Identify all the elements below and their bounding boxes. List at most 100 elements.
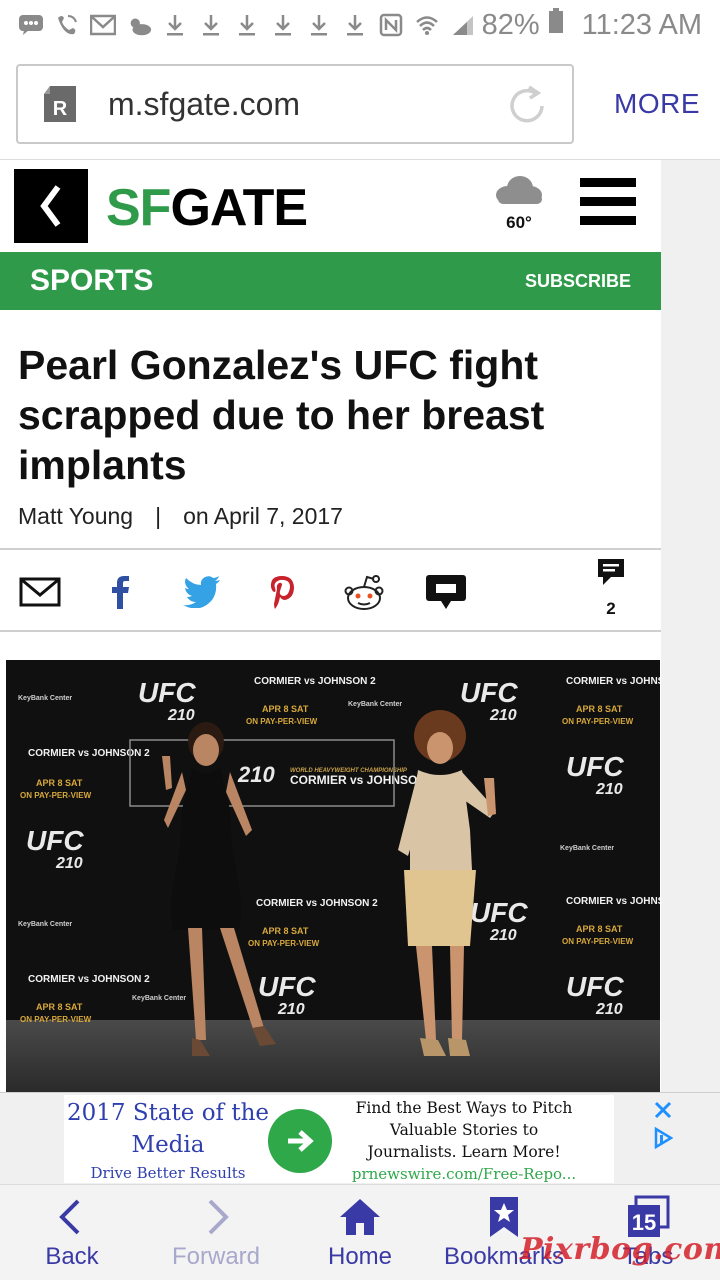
banner-ppv: ON PAY-PER-VIEW [562,717,634,726]
ad-title: 2017 State of the Media [66,1100,270,1158]
chevron-left-icon [59,1199,80,1235]
site-header: SFGATE 60° [0,160,661,252]
banner-date: APR 8 SAT [576,924,623,934]
cloud-icon [496,176,542,204]
watermark: Pixrbog.com [520,1232,720,1267]
section-bar: SPORTS SUBSCRIBE [0,252,661,310]
banner-number: 210 [167,707,195,724]
banner-names: CORMIER vs JOHNSON 2 [290,773,436,787]
sfgate-logo[interactable]: SFGATE [106,179,308,237]
banner-ufc-logo: UFC [138,677,196,708]
url-text[interactable]: m.sfgate.com [108,86,300,123]
download-icon [270,12,296,38]
banner-date: APR 8 SAT [576,704,623,714]
wifi-icon [414,12,440,38]
byline: Matt Young | on April 7, 2017 [18,503,343,530]
banner-number: 210 [489,927,517,944]
banner-ufc-logo: UFC [470,897,528,928]
home-icon [340,1199,380,1235]
banner-number: 210 [489,707,517,724]
banner-ppv: ON PAY-PER-VIEW [20,791,92,800]
ad-right-panel[interactable]: Find the Best Ways to Pitch Valuable Sto… [344,1097,584,1185]
nav-home-label: Home [327,1243,393,1270]
more-button[interactable]: MORE [614,88,700,120]
reload-icon[interactable] [504,83,550,129]
banner-title: WORLD HEAVYWEIGHT CHAMPIONSHIP [290,768,408,774]
banner-date: APR 8 SAT [36,778,83,788]
ad-url: prnewswire.com/Free-Repo... [351,1165,577,1183]
banner-number: 210 [237,762,275,787]
ad-banner[interactable]: 2017 State of the Media Drive Better Res… [0,1092,720,1184]
ad-left-panel[interactable]: 2017 State of the Media Drive Better Res… [64,1095,272,1183]
banner-names: CORMIER vs JOHNSON 2 [28,748,150,759]
battery-percent: 82% [481,8,540,41]
close-icon[interactable] [652,1099,674,1121]
banner-ufc-logo: UFC [460,677,518,708]
signal-icon [450,12,476,38]
section-label[interactable]: SPORTS [30,264,153,298]
svg-text:R: R [53,98,68,120]
address-bar[interactable]: R m.sfgate.com [16,64,574,144]
download-icon [234,12,260,38]
battery-icon [548,8,564,42]
subscribe-link[interactable]: SUBSCRIBE [525,271,631,292]
site-back-button[interactable] [14,169,88,243]
comment-count-button[interactable]: 2 [596,558,626,619]
facebook-icon[interactable] [98,572,142,612]
download-icon [342,12,368,38]
ad-content[interactable]: 2017 State of the Media Drive Better Res… [64,1095,674,1185]
nav-back-label: Back [45,1243,99,1270]
wifi-call-icon [54,12,80,38]
page-content: SFGATE 60° SPORTS SUBSCRIBE Pearl Gonzal… [0,160,661,1092]
download-icon [198,12,224,38]
byline-separator: | [155,503,162,529]
logo-gate: GATE [170,179,308,237]
nav-forward-label: Forward [171,1243,261,1270]
web-page: SFGATE 60° SPORTS SUBSCRIBE Pearl Gonzal… [0,160,720,1092]
pinterest-icon[interactable] [260,572,304,612]
banner-ufc-logo: UFC [26,825,84,856]
banner-names: CORMIER vs JOHNSON 2 [566,676,660,687]
twitter-icon[interactable] [180,572,224,612]
download-icon [306,12,332,38]
banner-names: CORMIER vs JOHNSON 2 [566,896,660,907]
banner-date: APR 8 SAT [262,704,309,714]
clock: 11:23 AM [581,8,702,41]
browser-toolbar: R m.sfgate.com MORE [0,50,720,160]
nav-forward[interactable]: Forward [144,1185,288,1280]
logo-sf: SF [106,179,171,237]
weather-temp: 60° [506,213,532,232]
menu-icon[interactable] [580,178,636,234]
publish-date: on April 7, 2017 [183,503,343,529]
banner-sponsor: KeyBank Center [560,845,614,852]
reader-mode-icon[interactable]: R [42,84,78,124]
messages-icon [18,12,44,38]
banner-sponsor: KeyBank Center [348,701,402,708]
banner-ppv: ON PAY-PER-VIEW [562,937,634,946]
article-headline: Pearl Gonzalez's UFC fight scrapped due … [18,342,545,488]
article-photo[interactable]: UFC UFC UFC UFC UFC UFC UFC 210 210 210 … [6,660,660,1092]
author-name[interactable]: Matt Young [18,503,133,530]
chevron-right-icon [208,1199,229,1235]
email-icon[interactable] [18,572,62,612]
share-bar: 2 [0,548,661,632]
banner-number: 210 [595,1001,623,1018]
ad-subtitle: Drive Better Results [90,1164,246,1182]
banner-number: 210 [55,855,83,872]
banner-ufc-logo: UFC [258,971,316,1002]
nfc-icon [378,12,404,38]
banner-names: CORMIER vs JOHNSON 2 [28,974,150,985]
banner-ppv: ON PAY-PER-VIEW [20,1015,92,1024]
banner-date: APR 8 SAT [262,926,309,936]
comment-bubble-icon[interactable] [424,572,468,612]
ad-arrow-button[interactable] [268,1109,332,1173]
banner-ppv: ON PAY-PER-VIEW [246,717,318,726]
banner-sponsor: KeyBank Center [132,995,186,1002]
nav-home[interactable]: Home [288,1185,432,1280]
adchoices-icon[interactable] [652,1127,674,1149]
nav-back[interactable]: Back [0,1185,144,1280]
comment-count: 2 [606,599,616,618]
reddit-icon[interactable] [342,572,386,612]
weather-widget[interactable]: 60° [494,174,544,233]
banner-ufc-logo: UFC [566,751,624,782]
